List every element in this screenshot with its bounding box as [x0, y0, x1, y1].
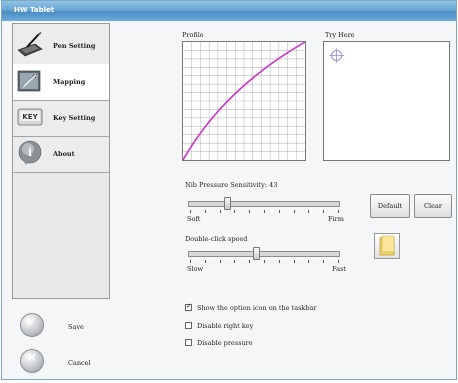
slider-tick: [234, 260, 236, 263]
checkbox-disable-right-key[interactable]: [185, 322, 192, 329]
cancel-button[interactable]: ✕ Cancel: [20, 349, 110, 377]
slider-tick: [249, 260, 251, 263]
save-label: Save: [68, 323, 84, 331]
pressure-sensitivity-title: Nib Pressure Sensitivity: 43: [185, 181, 278, 189]
info-icon-text: i: [28, 146, 32, 159]
info-icon: i: [18, 140, 42, 165]
double-click-slider-track[interactable]: [188, 251, 340, 257]
slider-tick: [323, 210, 325, 213]
slider-tick: [219, 210, 221, 213]
folder-button[interactable]: [374, 233, 400, 259]
slider-tick: [264, 260, 265, 263]
double-click-slider-thumb[interactable]: [253, 247, 261, 260]
double-click-min-label: Slow: [187, 265, 204, 273]
checkmark-icon: ✓: [20, 313, 44, 337]
pressure-max-label: Firm: [328, 215, 344, 223]
sidebar-item-pen-setting[interactable]: Pen Setting: [13, 28, 109, 64]
slider-tick: [249, 210, 251, 213]
pressure-slider-thumb[interactable]: [224, 197, 232, 210]
slider-tick: [308, 210, 310, 213]
option-label: Disable right key: [197, 322, 254, 330]
title-bar[interactable]: HW Tablet: [2, 1, 456, 21]
mapping-icon: [17, 70, 41, 92]
pressure-profile-graph: [182, 41, 306, 161]
slider-tick: [278, 210, 280, 213]
profile-curve-chart: [182, 41, 306, 161]
cancel-label: Cancel: [68, 359, 91, 367]
sidebar-item-label: Pen Setting: [53, 42, 96, 50]
save-button[interactable]: ✓ Save: [20, 313, 110, 341]
slider-tick: [204, 260, 206, 263]
window-title: HW Tablet: [14, 6, 55, 14]
sidebar-item-about[interactable]: i About: [13, 136, 109, 172]
pressure-sensitivity-value: 43: [269, 181, 278, 189]
slider-tick: [190, 210, 191, 213]
option-label: Show the option icon on the taskbar: [197, 304, 317, 312]
slider-tick: [293, 260, 295, 263]
slider-tick: [219, 260, 221, 263]
double-click-max-label: Fast: [332, 265, 346, 273]
crosshair-cursor-icon: [329, 48, 344, 63]
sidebar-empty-area: [13, 172, 109, 298]
sidebar-item-label: Key Setting: [53, 114, 96, 122]
checkbox-show-taskbar-icon[interactable]: ✓: [185, 302, 192, 311]
profile-label: Profile: [182, 31, 204, 39]
key-icon-text: KEY: [22, 113, 38, 121]
sidebar-item-label: Mapping: [53, 78, 86, 86]
close-icon: ✕: [20, 349, 44, 373]
try-here-label: Try Here: [325, 31, 355, 39]
slider-tick: [308, 260, 310, 263]
checkbox-disable-pressure[interactable]: [185, 339, 192, 346]
hw-tablet-app: HW Tablet Pen Setting Mapping KEY Key Se…: [0, 0, 458, 383]
slider-tick: [338, 210, 339, 213]
slider-tick: [234, 210, 236, 213]
slider-tick: [204, 210, 206, 213]
sidebar-item-key-setting[interactable]: KEY Key Setting: [13, 100, 109, 136]
sidebar-item-mapping[interactable]: Mapping: [13, 64, 109, 100]
double-click-speed-title: Double-click speed: [185, 235, 248, 243]
checkmark-icon: ✓: [186, 302, 192, 310]
keyboard-key-icon: KEY: [17, 108, 43, 126]
slider-tick: [338, 260, 339, 263]
pressure-slider-track[interactable]: [188, 201, 340, 207]
slider-tick: [190, 260, 191, 263]
slider-tick: [293, 210, 295, 213]
pressure-min-label: Soft: [187, 215, 201, 223]
try-here-area[interactable]: [323, 41, 450, 161]
slider-tick: [264, 210, 265, 213]
option-label: Disable pressure: [197, 339, 253, 347]
default-button[interactable]: Default: [370, 194, 410, 218]
sidebar-item-label: About: [53, 150, 75, 158]
main-window: HW Tablet Pen Setting Mapping KEY Key Se…: [1, 0, 457, 380]
folder-icon: [379, 235, 395, 256]
pen-tablet-icon: [17, 32, 43, 57]
sidebar: Pen Setting Mapping KEY Key Setting i Ab…: [12, 23, 110, 299]
clear-button[interactable]: Clear: [414, 194, 452, 218]
slider-tick: [323, 260, 325, 263]
slider-tick: [278, 260, 280, 263]
